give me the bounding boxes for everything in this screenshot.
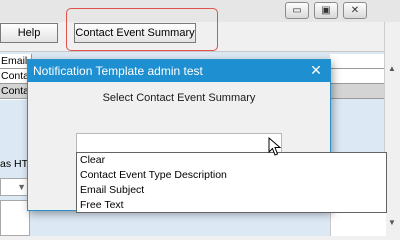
- minimize-button[interactable]: ▭: [285, 2, 309, 19]
- dialog-close-icon[interactable]: ✕: [308, 60, 324, 82]
- summary-combo-box[interactable]: [76, 133, 282, 153]
- help-button[interactable]: Help: [0, 23, 58, 43]
- highlight-annotation: [66, 8, 218, 51]
- window-close-button[interactable]: ✕: [343, 2, 367, 19]
- scroll-down-icon[interactable]: ▼: [384, 214, 400, 230]
- maximize-button[interactable]: ▣: [314, 2, 338, 19]
- summary-dropdown-list: Clear Contact Event Type Description Ema…: [76, 152, 387, 213]
- left-text-area[interactable]: [0, 200, 30, 236]
- close-icon: ✕: [350, 5, 360, 16]
- maximize-icon: ▣: [321, 5, 331, 16]
- dropdown-option-free-text[interactable]: Free Text: [77, 198, 386, 213]
- mouse-cursor-icon: [268, 137, 282, 156]
- html-label: as HTML: [0, 158, 30, 170]
- minimize-icon: ▭: [292, 5, 302, 16]
- dialog-prompt: Select Contact Event Summary: [102, 92, 256, 104]
- dropdown-option-contact-event-type-description[interactable]: Contact Event Type Description: [77, 168, 386, 183]
- left-combo[interactable]: ▼: [0, 178, 30, 196]
- dropdown-option-clear[interactable]: Clear: [77, 153, 386, 168]
- dropdown-option-email-subject[interactable]: Email Subject: [77, 183, 386, 198]
- dialog-title: Notification Template admin test: [28, 60, 330, 82]
- scroll-up-icon[interactable]: ▲: [384, 60, 400, 76]
- chevron-down-icon: ▼: [17, 182, 26, 192]
